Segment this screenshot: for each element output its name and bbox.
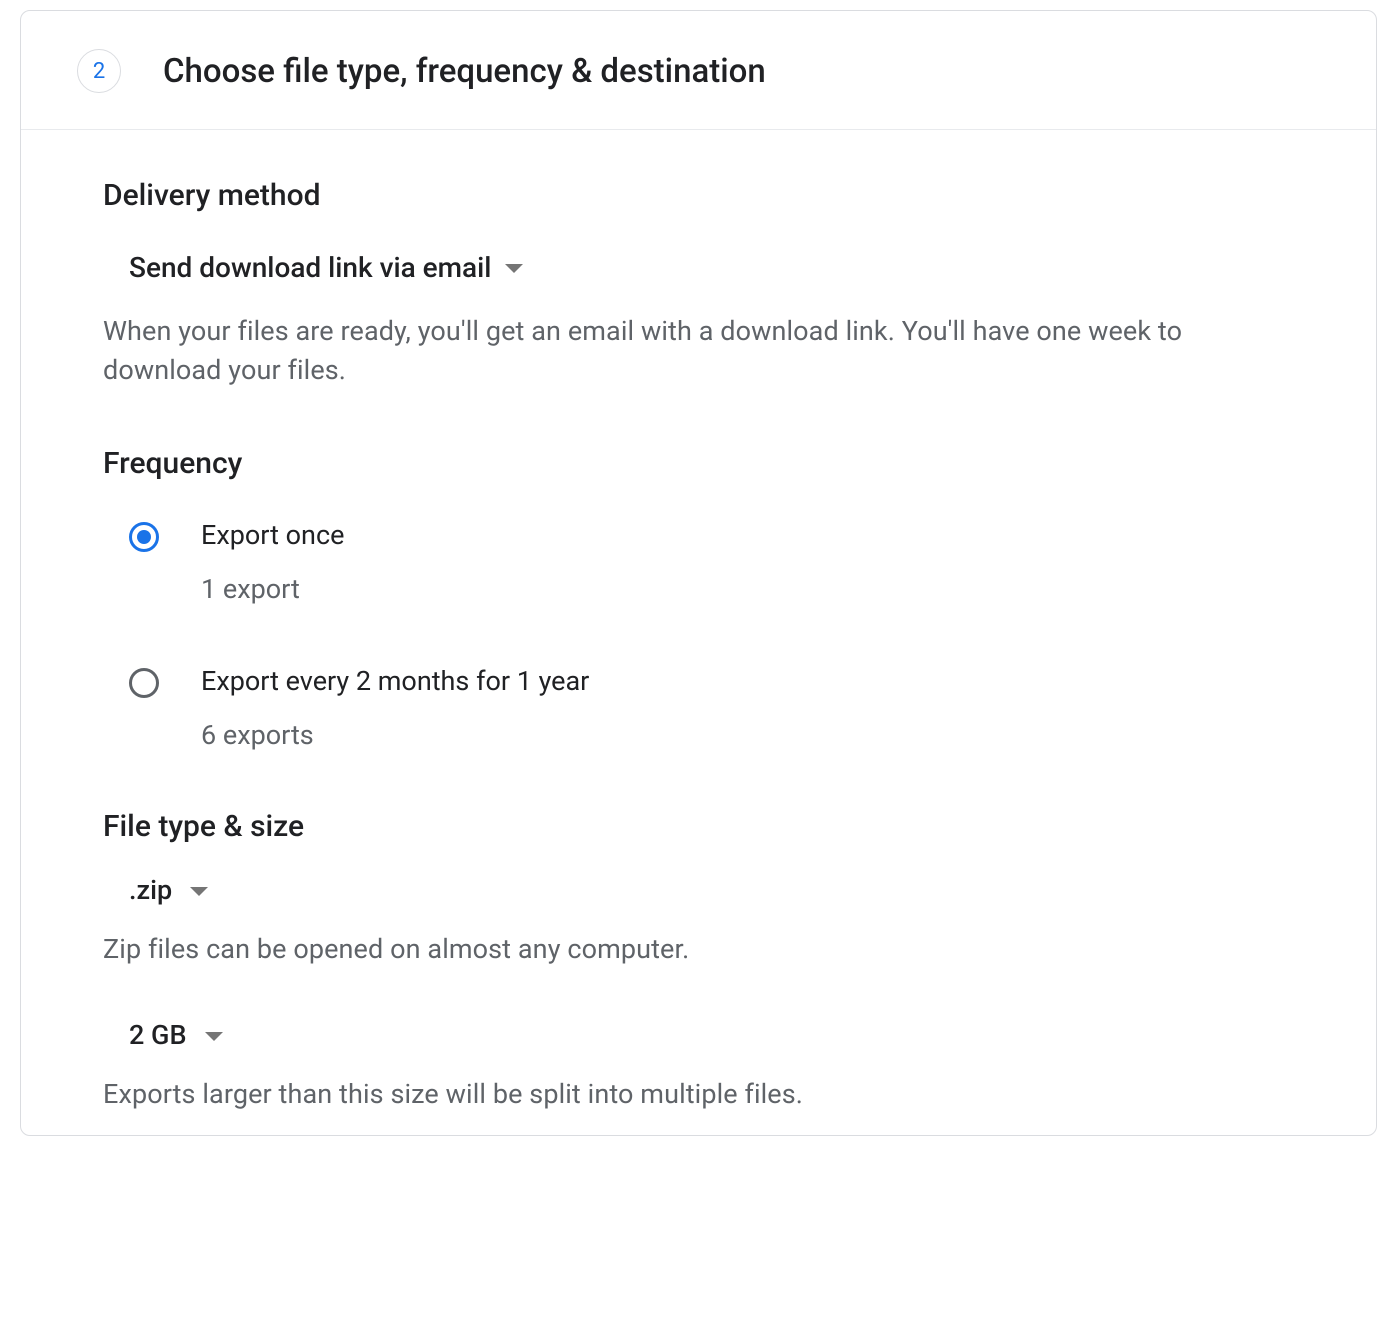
export-settings-card: 2 Choose file type, frequency & destinat… — [20, 10, 1377, 1136]
radio-unselected-icon — [129, 668, 159, 698]
card-title: Choose file type, frequency & destinatio… — [163, 52, 766, 91]
file-type-selected: .zip — [129, 874, 172, 906]
file-size-selected: 2 GB — [129, 1019, 187, 1051]
file-type-size-heading: File type & size — [103, 809, 1294, 844]
delivery-method-description: When your files are ready, you'll get an… — [103, 312, 1294, 390]
frequency-option-label: Export every 2 months for 1 year — [201, 665, 589, 697]
chevron-down-icon — [205, 1032, 223, 1041]
frequency-option-sublabel: 1 export — [201, 573, 344, 605]
radio-text-group: Export once 1 export — [201, 519, 344, 605]
frequency-radio-group: Export once 1 export Export every 2 mont… — [129, 519, 1294, 751]
card-body: Delivery method Send download link via e… — [21, 130, 1376, 1135]
file-size-dropdown[interactable]: 2 GB — [129, 1019, 223, 1051]
chevron-down-icon — [190, 887, 208, 896]
delivery-method-dropdown[interactable]: Send download link via email — [129, 251, 523, 284]
file-type-dropdown[interactable]: .zip — [129, 874, 208, 906]
file-type-description: Zip files can be opened on almost any co… — [103, 930, 1294, 969]
card-header: 2 Choose file type, frequency & destinat… — [21, 11, 1376, 130]
frequency-option-export-bimonthly[interactable]: Export every 2 months for 1 year 6 expor… — [129, 665, 1294, 751]
frequency-option-label: Export once — [201, 519, 344, 551]
delivery-method-heading: Delivery method — [103, 178, 1294, 213]
frequency-heading: Frequency — [103, 446, 1294, 481]
file-size-description: Exports larger than this size will be sp… — [103, 1075, 1294, 1114]
radio-selected-icon — [129, 522, 159, 552]
frequency-option-export-once[interactable]: Export once 1 export — [129, 519, 1294, 605]
radio-text-group: Export every 2 months for 1 year 6 expor… — [201, 665, 589, 751]
frequency-option-sublabel: 6 exports — [201, 719, 589, 751]
step-number-badge: 2 — [77, 49, 121, 93]
delivery-method-selected: Send download link via email — [129, 251, 491, 284]
chevron-down-icon — [505, 264, 523, 273]
